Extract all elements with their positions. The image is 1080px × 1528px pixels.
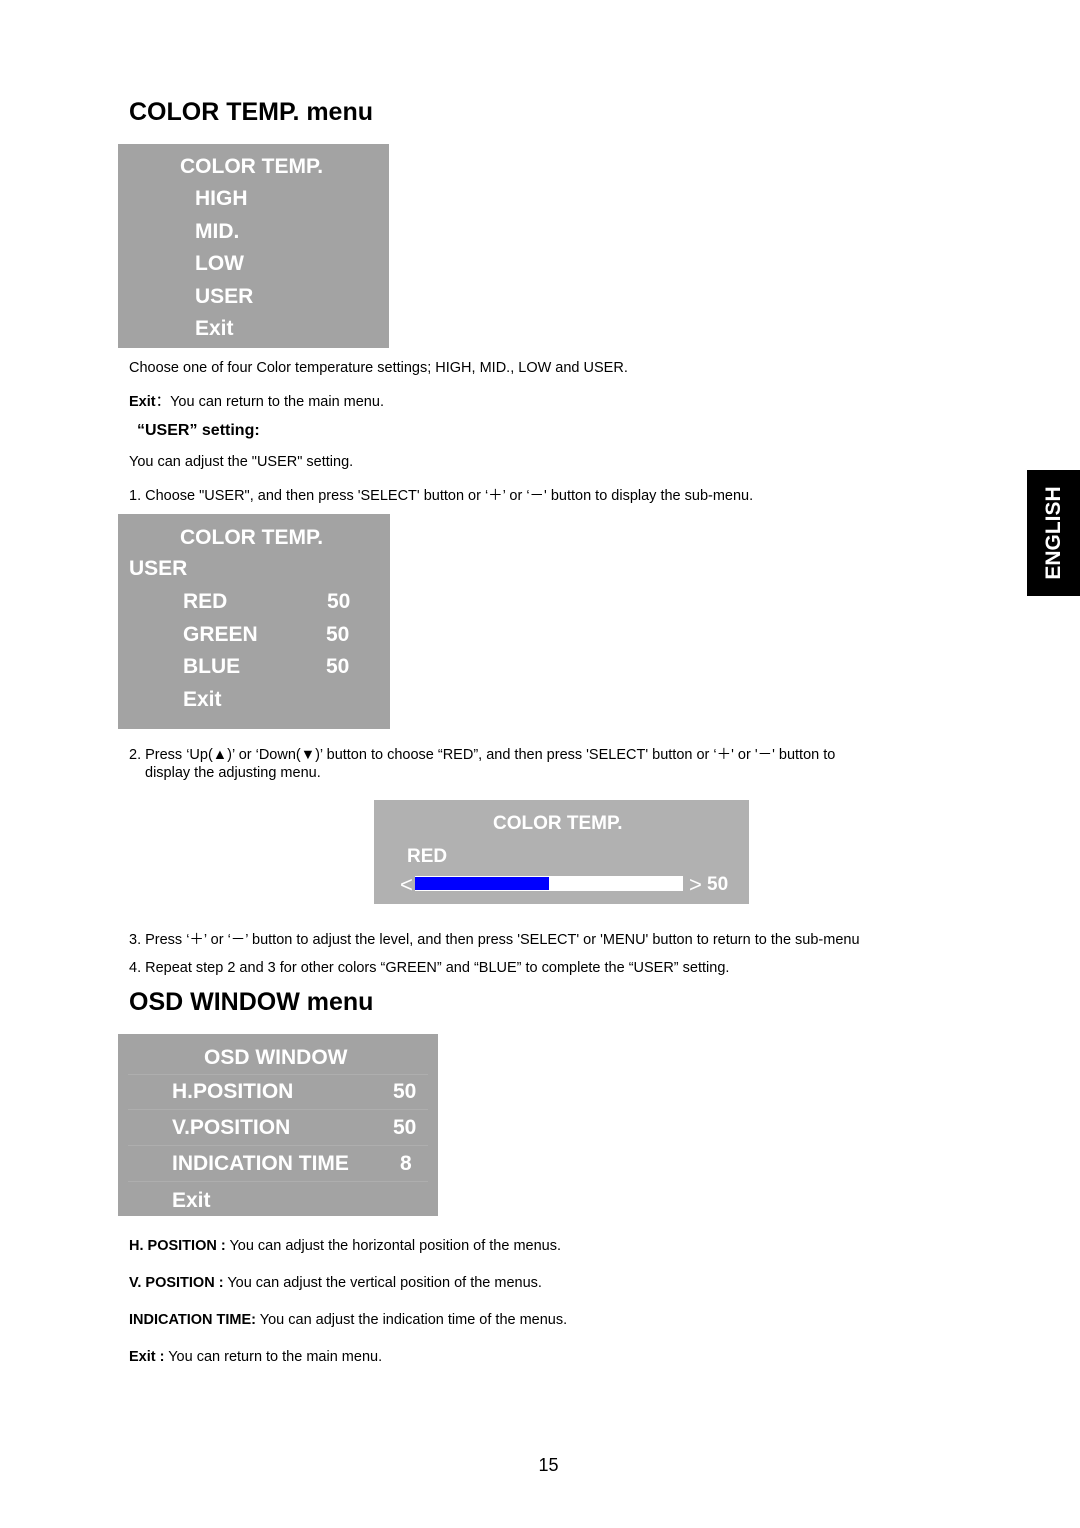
- h-position-description: H. POSITION : You can adjust the horizon…: [129, 1238, 561, 1254]
- page-number: 15: [538, 1455, 559, 1475]
- indication-time-value: 8: [400, 1152, 412, 1175]
- description-label: INDICATION TIME:: [129, 1312, 256, 1328]
- adjust-value: 50: [707, 874, 729, 895]
- osd-window-menu: OSD WINDOW H.POSITION 50 V.POSITION 50 I…: [118, 1034, 438, 1216]
- step-2-line-2: display the adjusting menu.: [145, 765, 321, 781]
- decrease-arrow-icon[interactable]: <: [400, 872, 413, 898]
- menu-item-v-position[interactable]: V.POSITION: [172, 1116, 290, 1140]
- exit-label: Exit: [129, 394, 156, 410]
- description-label: Exit :: [129, 1349, 165, 1365]
- osd-window-section-title: OSD WINDOW menu: [129, 988, 374, 1016]
- color-temp-section-title: COLOR TEMP. menu: [129, 98, 374, 126]
- menu-item-exit[interactable]: Exit: [195, 317, 234, 341]
- user-color-menu: COLOR TEMP. USER RED 50 GREEN 50 BLUE 50…: [118, 514, 390, 729]
- menu-item-red[interactable]: RED: [183, 590, 227, 614]
- user-setting-intro: You can adjust the "USER" setting.: [129, 454, 354, 470]
- step-3: 3. Press ‘＋’ or ‘－’ button to adjust the…: [129, 932, 860, 948]
- red-level-fill: [415, 877, 549, 890]
- step-2-line-1: 2. Press ‘Up(▲)’ or ‘Down(▼)’ button to …: [129, 747, 836, 763]
- menu-header: COLOR TEMP.: [180, 526, 324, 549]
- menu-item-exit[interactable]: Exit: [183, 688, 222, 712]
- v-position-value: 50: [393, 1116, 417, 1139]
- menu-item-high[interactable]: HIGH: [195, 187, 248, 211]
- adjust-label: RED: [407, 846, 448, 867]
- menu-item-h-position[interactable]: H.POSITION: [172, 1080, 293, 1104]
- exit-text: ：You can return to the main menu.: [155, 394, 384, 410]
- menu-header: COLOR TEMP.: [180, 155, 324, 178]
- menu-item-indication-time[interactable]: INDICATION TIME: [172, 1152, 349, 1176]
- user-setting-heading: “USER” setting:: [137, 422, 260, 439]
- step-4: 4. Repeat step 2 and 3 for other colors …: [129, 960, 730, 976]
- description-text: You can adjust the vertical position of …: [223, 1275, 542, 1291]
- language-tab: ENGLISH: [1027, 470, 1080, 596]
- row-divider: [128, 1074, 428, 1075]
- menu-item-blue[interactable]: BLUE: [183, 655, 240, 679]
- description-label: H. POSITION :: [129, 1238, 226, 1254]
- v-position-description: V. POSITION : You can adjust the vertica…: [129, 1275, 542, 1291]
- menu-item-user[interactable]: USER: [195, 285, 253, 309]
- step-1: 1. Choose "USER", and then press 'SELECT…: [129, 488, 754, 504]
- description-text: You can adjust the horizontal position o…: [225, 1238, 562, 1254]
- menu-item-green[interactable]: GREEN: [183, 623, 258, 647]
- color-temp-menu: COLOR TEMP. HIGH MID. LOW USER Exit: [118, 144, 389, 348]
- indication-time-description: INDICATION TIME: You can adjust the indi…: [129, 1312, 567, 1328]
- description-text: You can return to the main menu.: [164, 1349, 383, 1365]
- menu-item-low[interactable]: LOW: [195, 252, 244, 276]
- increase-arrow-icon[interactable]: >: [689, 872, 702, 898]
- row-divider: [128, 1109, 428, 1110]
- exit-description: Exit : You can return to the main menu.: [129, 1349, 382, 1365]
- row-divider: [128, 1181, 428, 1182]
- exit-description: Exit：You can return to the main menu.: [129, 390, 384, 411]
- menu-subheader: USER: [129, 557, 188, 580]
- description-label: V. POSITION :: [129, 1275, 224, 1291]
- red-level-slider[interactable]: [415, 876, 683, 891]
- menu-item-exit[interactable]: Exit: [172, 1189, 211, 1213]
- description-text: You can adjust the indication time of th…: [256, 1312, 568, 1328]
- language-tab-label: ENGLISH: [1041, 486, 1065, 580]
- green-value: 50: [326, 623, 350, 646]
- h-position-value: 50: [393, 1080, 417, 1103]
- row-divider: [128, 1145, 428, 1146]
- blue-value: 50: [326, 655, 350, 678]
- menu-item-mid[interactable]: MID.: [195, 220, 239, 244]
- menu-header: OSD WINDOW: [204, 1046, 348, 1069]
- menu-header: COLOR TEMP.: [493, 813, 623, 834]
- color-temp-description: Choose one of four Color temperature set…: [129, 360, 628, 376]
- red-value: 50: [327, 590, 351, 613]
